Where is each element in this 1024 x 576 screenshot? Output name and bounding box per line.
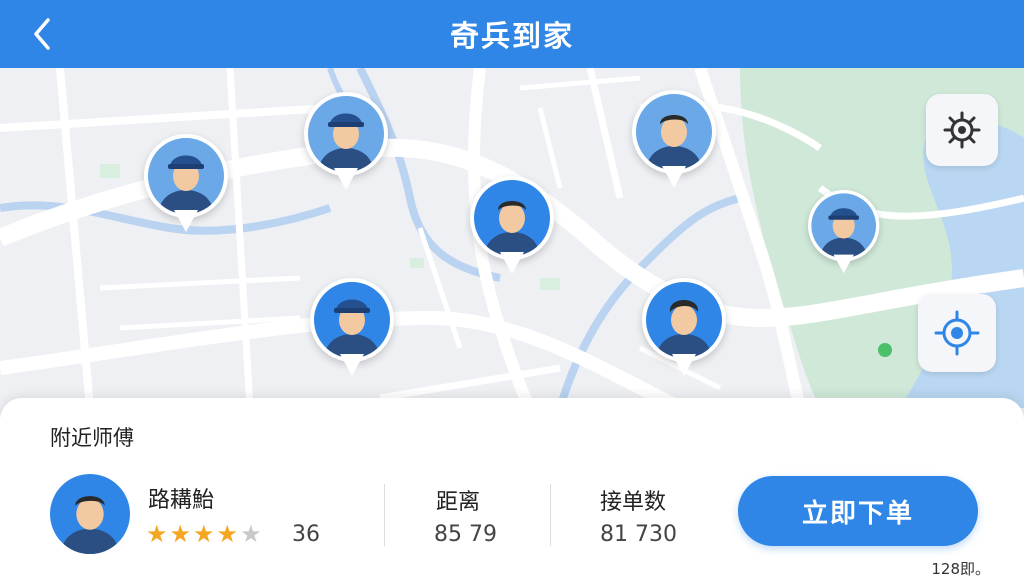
locate-button[interactable]	[918, 294, 996, 372]
nearby-workers-panel: 附近师傅 路耩鮐 ★ ★ ★ ★ ★ 36 距离 85 79 接单数 81 73…	[0, 398, 1024, 576]
map-settings-button[interactable]	[926, 94, 998, 166]
divider	[550, 484, 551, 546]
orders-value: 81 730	[600, 522, 677, 547]
gear-icon	[943, 111, 981, 149]
pin-worker-2[interactable]	[304, 92, 388, 192]
worker-avatar-icon	[656, 300, 712, 358]
locate-crosshair-icon	[934, 310, 980, 356]
divider	[384, 484, 385, 546]
pin-worker-7[interactable]	[808, 190, 880, 275]
distance-label: 距离	[436, 490, 481, 515]
rating-stars: ★ ★ ★ ★ ★	[146, 522, 262, 546]
worker-avatar-icon	[484, 201, 540, 256]
worker-avatar-icon	[324, 299, 380, 358]
orders-label: 接单数	[600, 490, 667, 515]
rating-count: 36	[292, 522, 320, 547]
order-now-button[interactable]: 立即下单	[738, 476, 978, 546]
pin-worker-3[interactable]	[632, 90, 716, 190]
worker-avatar-icon	[646, 115, 702, 170]
corner-text: 128即。	[931, 560, 990, 576]
star-icon: ★	[146, 520, 168, 548]
worker-avatar-icon	[819, 208, 868, 258]
worker-avatar-icon	[60, 496, 120, 554]
avatar[interactable]	[50, 474, 130, 554]
panel-title: 附近师傅	[50, 426, 134, 450]
pin-worker-4[interactable]	[470, 176, 554, 276]
star-empty-icon: ★	[240, 520, 262, 548]
worker-name[interactable]: 路耩鮐	[148, 482, 214, 514]
page-title: 奇兵到家	[449, 19, 574, 53]
distance-value: 85 79	[434, 522, 497, 547]
worker-avatar-icon	[158, 155, 214, 214]
pin-worker-1[interactable]	[144, 134, 228, 234]
worker-avatar-icon	[318, 113, 374, 172]
map-view[interactable]	[0, 68, 1024, 408]
star-icon: ★	[216, 520, 239, 548]
top-bar: 奇兵到家	[0, 0, 1024, 68]
chevron-left-icon	[34, 18, 50, 50]
star-icon: ★	[193, 520, 215, 548]
pin-worker-5[interactable]	[310, 278, 394, 378]
back-button[interactable]	[24, 14, 64, 54]
star-icon: ★	[169, 520, 192, 548]
pin-worker-6[interactable]	[642, 278, 726, 378]
